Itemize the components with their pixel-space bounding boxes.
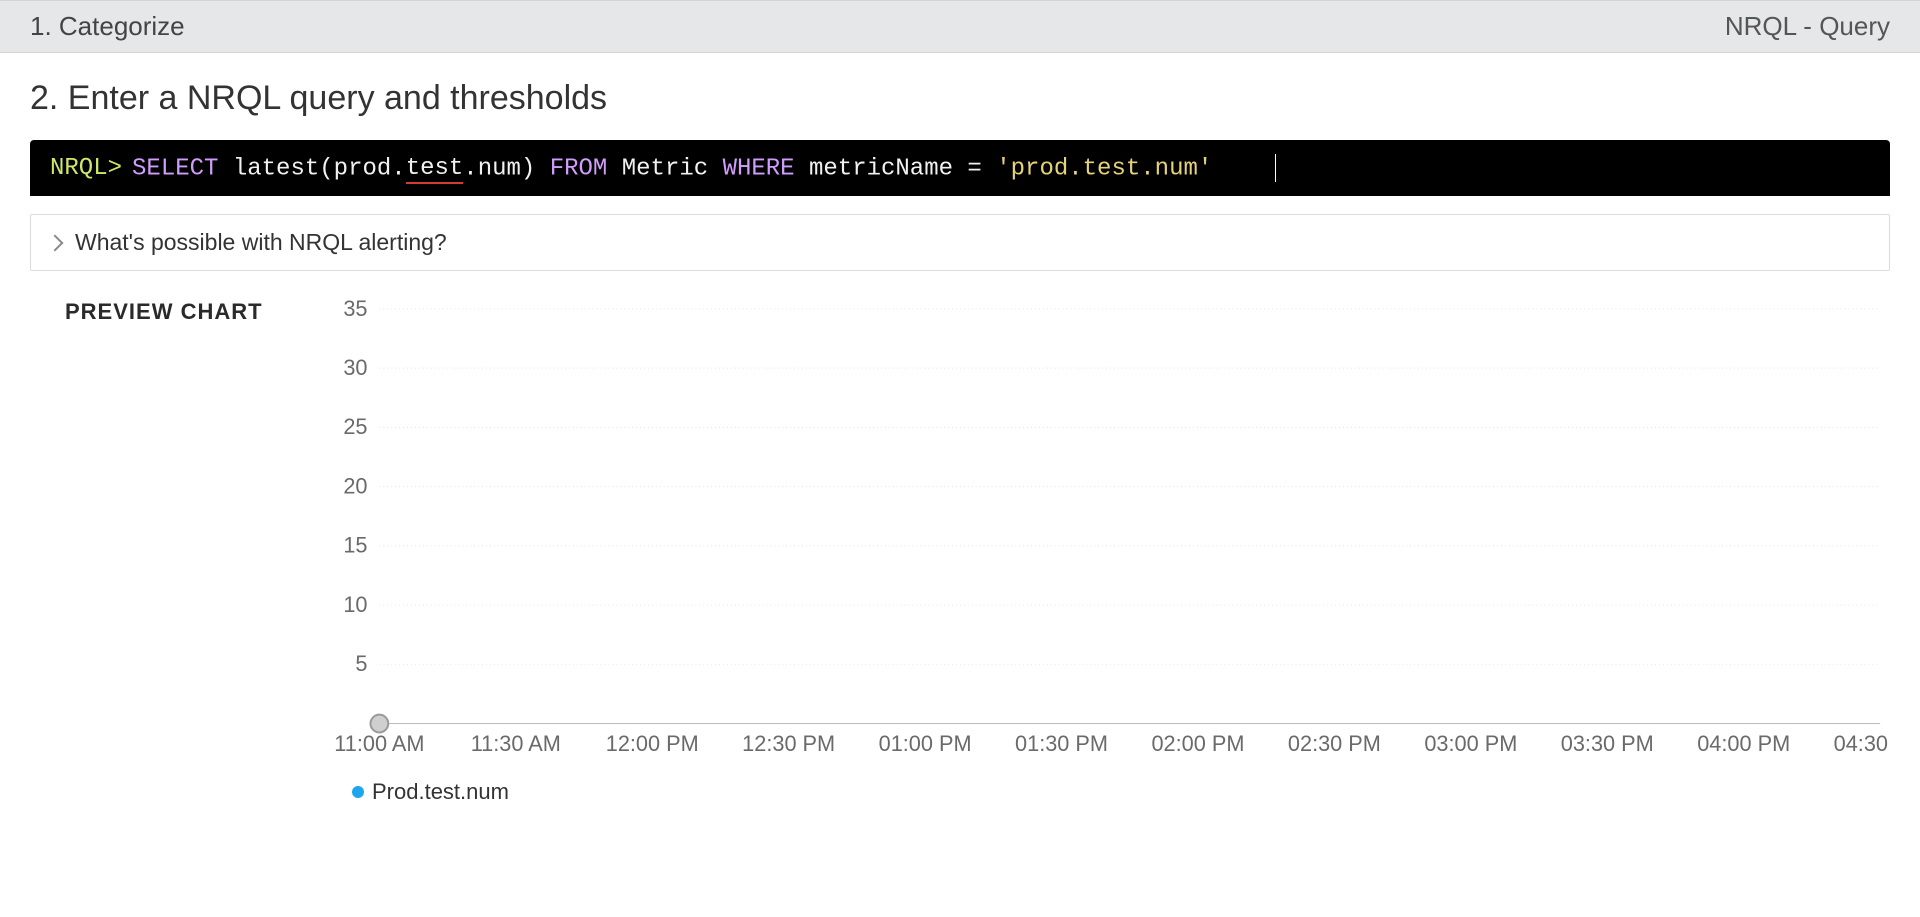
chevron-right-icon [47, 234, 64, 251]
svg-text:30: 30 [343, 355, 367, 380]
svg-text:03:30 PM: 03:30 PM [1561, 732, 1654, 757]
query-prompt: NRQL> [50, 155, 122, 182]
token-func: latest( [233, 155, 334, 182]
svg-text:12:30 PM: 12:30 PM [742, 732, 835, 757]
svg-text:11:00 AM: 11:00 AM [334, 732, 424, 757]
svg-text:5: 5 [355, 652, 367, 677]
text-cursor [1275, 154, 1276, 182]
legend-series-label: Prod.test.num [372, 779, 509, 805]
chart-legend: Prod.test.num [330, 779, 1890, 805]
token-string: 'prod.test.num' [996, 155, 1212, 182]
token-ident-error: test [406, 155, 464, 184]
mode-label: NRQL - Query [1725, 11, 1890, 42]
svg-text:35: 35 [343, 299, 367, 321]
token-from: FROM [550, 155, 608, 182]
svg-text:02:00 PM: 02:00 PM [1151, 732, 1244, 757]
legend-dot-icon [352, 786, 364, 798]
svg-text:10: 10 [343, 592, 367, 617]
expander-label: What's possible with NRQL alerting? [75, 229, 447, 256]
svg-text:04:30 PM: 04:30 PM [1834, 732, 1890, 757]
preview-chart: 5 10 15 20 25 30 35 11:00 AM 11:30 AM 12:00 PM 12:… [330, 299, 1890, 805]
token-type: Metric [622, 155, 708, 182]
svg-text:01:30 PM: 01:30 PM [1015, 732, 1108, 757]
token-eq: = [967, 155, 981, 182]
svg-text:01:00 PM: 01:00 PM [879, 732, 972, 757]
nrql-help-expander[interactable]: What's possible with NRQL alerting? [30, 214, 1890, 271]
top-bar: 1. Categorize NRQL - Query [0, 0, 1920, 53]
svg-text:11:30 AM: 11:30 AM [471, 732, 561, 757]
step-1-label[interactable]: 1. Categorize [30, 11, 185, 42]
svg-text:04:00 PM: 04:00 PM [1697, 732, 1790, 757]
svg-text:20: 20 [343, 474, 367, 499]
svg-text:03:00 PM: 03:00 PM [1424, 732, 1517, 757]
svg-text:12:00 PM: 12:00 PM [606, 732, 699, 757]
token-column: metricName [809, 155, 953, 182]
step-2-title: 2. Enter a NRQL query and thresholds [0, 53, 1920, 140]
nrql-query-input[interactable]: NRQL> SELECT latest(prod.test.num) FROM … [30, 140, 1890, 196]
svg-text:25: 25 [343, 415, 367, 440]
svg-text:02:30 PM: 02:30 PM [1288, 732, 1381, 757]
token-select: SELECT [132, 155, 218, 182]
token-where: WHERE [723, 155, 795, 182]
svg-text:15: 15 [343, 533, 367, 558]
preview-chart-label: PREVIEW CHART [30, 299, 330, 325]
